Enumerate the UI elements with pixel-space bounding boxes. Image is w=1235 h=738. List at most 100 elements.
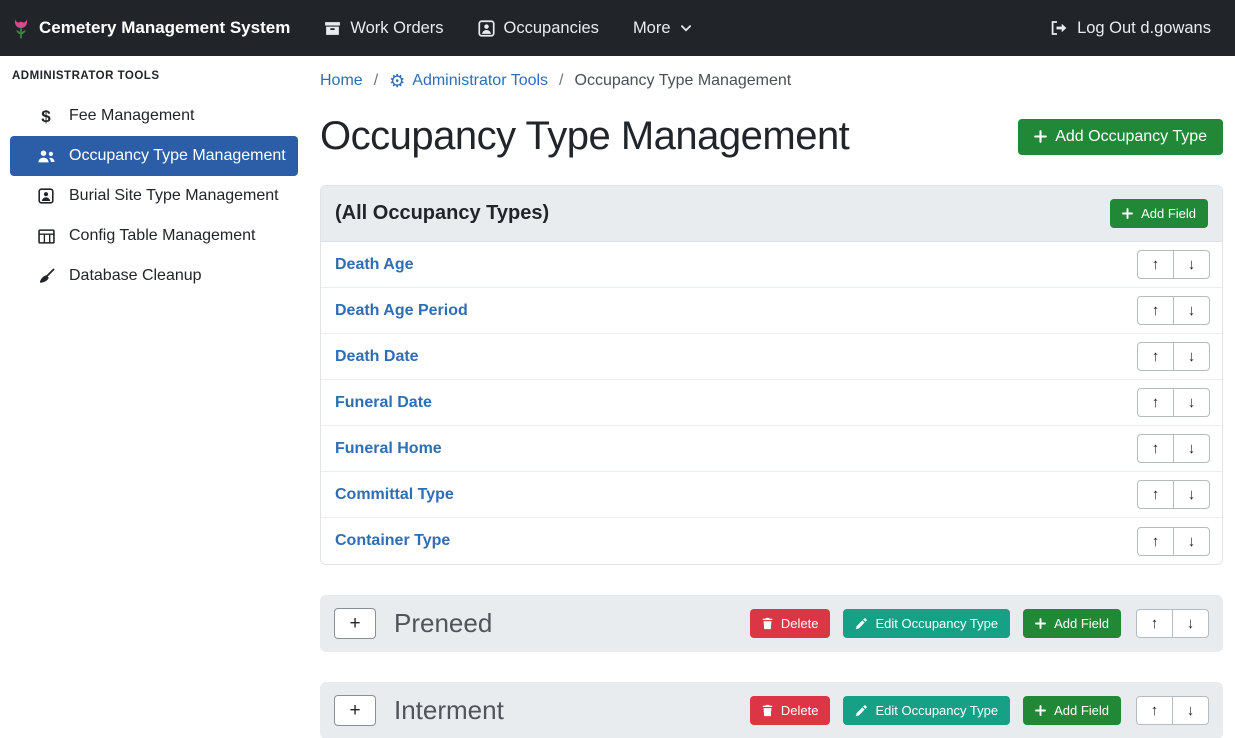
move-up-button[interactable]: ↑ bbox=[1136, 696, 1173, 725]
page-title-row: Occupancy Type Management Add Occupancy … bbox=[320, 114, 1223, 159]
move-down-button[interactable]: ↓ bbox=[1173, 250, 1210, 279]
box-archive-icon bbox=[324, 20, 341, 37]
portrait-icon bbox=[36, 188, 56, 204]
page-layout: Administrator Tools $ Fee Management Occ… bbox=[0, 56, 1235, 738]
plus-icon bbox=[1034, 130, 1047, 143]
edit-occupancy-type-button[interactable]: Edit Occupancy Type bbox=[843, 609, 1010, 638]
move-down-button[interactable]: ↓ bbox=[1173, 388, 1210, 417]
sidebar-item-burial-site-type-management[interactable]: Burial Site Type Management bbox=[0, 176, 308, 216]
logout-icon bbox=[1050, 20, 1068, 36]
move-down-button[interactable]: ↓ bbox=[1173, 480, 1210, 509]
nav-more-label: More bbox=[633, 19, 671, 38]
move-down-button[interactable]: ↓ bbox=[1173, 527, 1210, 556]
move-up-button[interactable]: ↑ bbox=[1137, 527, 1174, 556]
add-occupancy-type-button[interactable]: Add Occupancy Type bbox=[1018, 119, 1223, 155]
occupancy-type-actions: Delete Edit Occupancy Type Add Field bbox=[750, 696, 1209, 725]
move-down-button[interactable]: ↓ bbox=[1173, 434, 1210, 463]
move-up-button[interactable]: ↑ bbox=[1137, 250, 1174, 279]
field-row-funeral-date: Funeral Date ↑ ↓ bbox=[321, 380, 1222, 426]
move-up-button[interactable]: ↑ bbox=[1137, 296, 1174, 325]
breadcrumb-separator: / bbox=[374, 72, 378, 90]
tulip-logo-icon bbox=[12, 17, 30, 40]
field-row-death-age: Death Age ↑ ↓ bbox=[321, 242, 1222, 288]
field-link[interactable]: Container Type bbox=[335, 532, 450, 550]
dollar-icon: $ bbox=[36, 108, 56, 125]
edit-occupancy-type-button[interactable]: Edit Occupancy Type bbox=[843, 696, 1010, 725]
edit-label: Edit Occupancy Type bbox=[875, 616, 998, 631]
sidebar-item-database-cleanup[interactable]: Database Cleanup bbox=[0, 256, 308, 296]
broom-icon bbox=[36, 268, 56, 284]
field-link[interactable]: Funeral Date bbox=[335, 394, 432, 412]
occupancy-type-title: Interment bbox=[394, 695, 732, 726]
move-up-button[interactable]: ↑ bbox=[1137, 480, 1174, 509]
occupancy-type-card-preneed: + Preneed Delete bbox=[320, 595, 1223, 652]
occupancy-type-actions: Delete Edit Occupancy Type Add Field bbox=[750, 609, 1209, 638]
field-link[interactable]: Death Date bbox=[335, 348, 419, 366]
delete-button[interactable]: Delete bbox=[750, 696, 831, 725]
add-field-label: Add Field bbox=[1054, 616, 1109, 631]
add-field-button[interactable]: Add Field bbox=[1023, 696, 1121, 725]
breadcrumb-separator: / bbox=[559, 72, 563, 90]
reorder-buttons: ↑ ↓ bbox=[1137, 250, 1210, 279]
occupancy-type-card-interment: + Interment Delete bbox=[320, 682, 1223, 738]
nav-work-orders-label: Work Orders bbox=[350, 19, 443, 38]
chevron-down-icon bbox=[680, 22, 692, 34]
add-field-button[interactable]: Add Field bbox=[1110, 199, 1208, 228]
expand-button[interactable]: + bbox=[334, 695, 376, 726]
person-portrait-icon bbox=[478, 20, 495, 37]
plus-icon bbox=[1035, 618, 1046, 629]
nav-work-orders[interactable]: Work Orders bbox=[324, 19, 443, 38]
move-up-button[interactable]: ↑ bbox=[1137, 434, 1174, 463]
field-link[interactable]: Committal Type bbox=[335, 486, 454, 504]
field-link[interactable]: Funeral Home bbox=[335, 440, 442, 458]
occupancy-type-title: Preneed bbox=[394, 608, 732, 639]
field-row-container-type: Container Type ↑ ↓ bbox=[321, 518, 1222, 564]
reorder-buttons: ↑ ↓ bbox=[1137, 434, 1210, 463]
reorder-buttons: ↑ ↓ bbox=[1137, 480, 1210, 509]
field-link[interactable]: Death Age Period bbox=[335, 302, 468, 320]
reorder-buttons: ↑ ↓ bbox=[1136, 609, 1209, 638]
app-brand[interactable]: Cemetery Management System bbox=[12, 17, 290, 40]
users-icon bbox=[36, 149, 56, 164]
reorder-buttons: ↑ ↓ bbox=[1137, 527, 1210, 556]
delete-button[interactable]: Delete bbox=[750, 609, 831, 638]
breadcrumb-admin-tools-label: Administrator Tools bbox=[412, 72, 548, 90]
field-row-death-age-period: Death Age Period ↑ ↓ bbox=[321, 288, 1222, 334]
sidebar-item-fee-management[interactable]: $ Fee Management bbox=[0, 96, 308, 136]
move-down-button[interactable]: ↓ bbox=[1173, 342, 1210, 371]
sidebar-item-label: Fee Management bbox=[69, 107, 194, 125]
nav-occupancies[interactable]: Occupancies bbox=[478, 19, 599, 38]
main-nav: Work Orders Occupancies More bbox=[324, 19, 691, 38]
add-occupancy-type-label: Add Occupancy Type bbox=[1055, 128, 1207, 146]
field-row-committal-type: Committal Type ↑ ↓ bbox=[321, 472, 1222, 518]
sidebar-item-occupancy-type-management[interactable]: Occupancy Type Management bbox=[10, 136, 298, 176]
add-field-label: Add Field bbox=[1141, 206, 1196, 221]
table-icon bbox=[36, 229, 56, 244]
sidebar-item-config-table-management[interactable]: Config Table Management bbox=[0, 216, 308, 256]
logout-link[interactable]: Log Out d.gowans bbox=[1050, 19, 1211, 38]
breadcrumb-home-link[interactable]: Home bbox=[320, 72, 363, 90]
move-up-button[interactable]: ↑ bbox=[1137, 342, 1174, 371]
nav-more[interactable]: More bbox=[633, 19, 692, 38]
field-link[interactable]: Death Age bbox=[335, 256, 414, 274]
move-up-button[interactable]: ↑ bbox=[1137, 388, 1174, 417]
move-down-button[interactable]: ↓ bbox=[1172, 609, 1209, 638]
app-title: Cemetery Management System bbox=[39, 18, 290, 38]
reorder-buttons: ↑ ↓ bbox=[1137, 296, 1210, 325]
trash-icon bbox=[762, 617, 773, 630]
move-down-button[interactable]: ↓ bbox=[1172, 696, 1209, 725]
breadcrumb-admin-tools-link[interactable]: ⚙ Administrator Tools bbox=[389, 72, 548, 90]
expand-button[interactable]: + bbox=[334, 608, 376, 639]
breadcrumb: Home / ⚙ Administrator Tools / Occupancy… bbox=[320, 72, 1223, 90]
edit-label: Edit Occupancy Type bbox=[875, 703, 998, 718]
add-field-button[interactable]: Add Field bbox=[1023, 609, 1121, 638]
reorder-buttons: ↑ ↓ bbox=[1136, 696, 1209, 725]
delete-label: Delete bbox=[781, 616, 819, 631]
move-up-button[interactable]: ↑ bbox=[1136, 609, 1173, 638]
all-occupancy-types-header: (All Occupancy Types) Add Field bbox=[321, 186, 1222, 242]
top-navbar: Cemetery Management System Work Orders O… bbox=[0, 0, 1235, 56]
plus-icon bbox=[1122, 208, 1133, 219]
move-down-button[interactable]: ↓ bbox=[1173, 296, 1210, 325]
sidebar-item-label: Burial Site Type Management bbox=[69, 187, 279, 205]
sidebar-heading: Administrator Tools bbox=[0, 70, 308, 82]
